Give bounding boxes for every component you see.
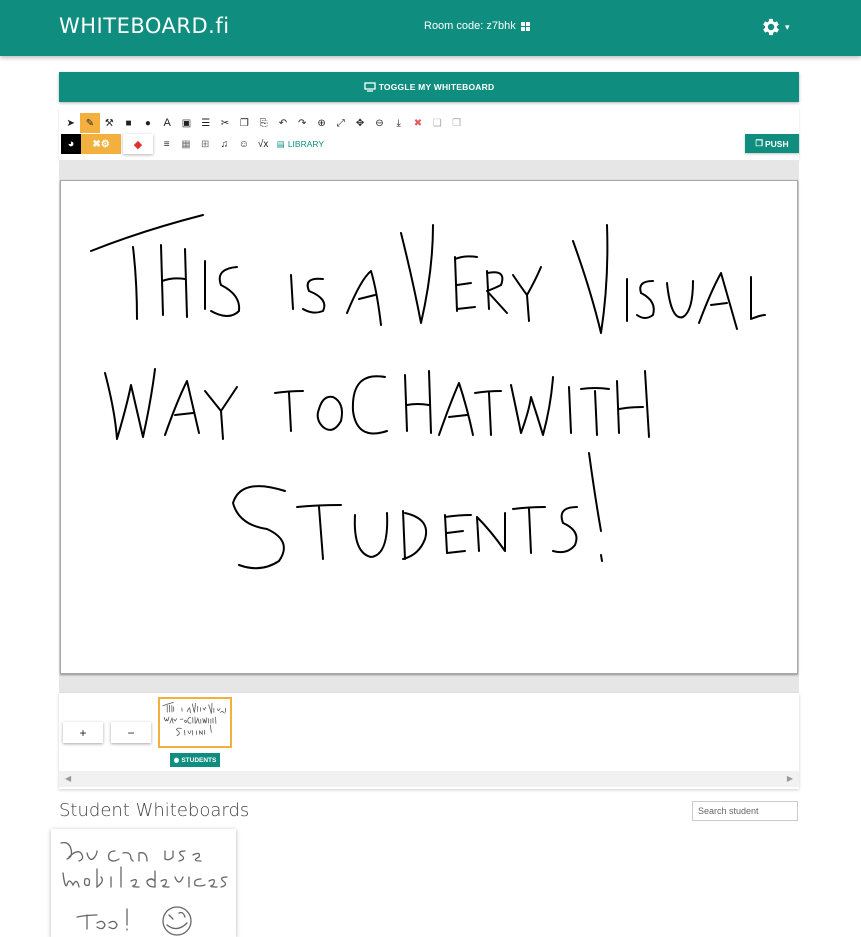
canvas-area [59, 160, 799, 693]
scroll-left-icon[interactable]: ◀ [65, 774, 71, 783]
text-icon[interactable]: A [157, 113, 176, 133]
settings-menu[interactable]: ▾ [760, 15, 790, 39]
fit-icon[interactable]: ⤢ [331, 113, 350, 133]
zoom-in-icon[interactable]: ⊕ [312, 113, 331, 133]
grid-icon[interactable]: ▦ [176, 134, 195, 154]
emoji-icon[interactable]: ☺ [234, 134, 253, 154]
file-icon[interactable]: ☰ [196, 113, 215, 133]
whiteboard-canvas[interactable] [60, 180, 798, 674]
student-whiteboard-card[interactable] [51, 829, 236, 937]
delete-icon[interactable]: ✖ [408, 113, 427, 133]
whiteboard-icon [364, 82, 376, 92]
download-icon[interactable]: ⤓ [389, 113, 408, 133]
toggle-my-whiteboard-button[interactable]: TOGGLE MY WHITEBOARD [59, 72, 799, 102]
bring-front-icon[interactable]: ❒ [447, 113, 466, 133]
music-icon[interactable]: ♫ [215, 134, 234, 154]
brand-logo[interactable]: WHITEBOARD.fi [59, 14, 230, 38]
add-page-button[interactable]: + [63, 722, 103, 743]
student-whiteboards-title: Student Whiteboards [59, 800, 250, 821]
scroll-right-icon[interactable]: ▶ [787, 774, 793, 783]
students-label: STUDENTS [181, 756, 217, 764]
math-icon[interactable]: √x [253, 134, 272, 154]
page-thumbnails-panel: + − ◉ STUDENTS ◀ ▶ [59, 693, 799, 789]
cut-icon[interactable]: ✂ [215, 113, 234, 133]
layers-icon[interactable]: ≡ [157, 134, 176, 154]
remove-page-button[interactable]: − [111, 722, 151, 743]
image-icon[interactable]: ▣ [177, 113, 196, 133]
undo-icon[interactable]: ↶ [273, 113, 292, 133]
gear-icon [763, 18, 779, 36]
thumbnail-drawing [162, 701, 227, 737]
rectangle-icon[interactable]: ■ [119, 113, 138, 133]
horizontal-scrollbar[interactable]: ◀ ▶ [59, 771, 799, 787]
pen-icon[interactable]: ✎ [80, 113, 100, 133]
eraser-icon[interactable]: ◆ [123, 134, 153, 154]
drawing-toolbar: ➤ ✎ ⚒ ■ ● A ▣ ☰ ✂ ❐ ⎘ ↶ ↷ ⊕ ⤢ ✥ ⊖ ⤓ ✖ ❑ … [59, 108, 799, 160]
students-button[interactable]: ◉ STUDENTS [170, 753, 220, 767]
room-code-label: Room code: z7bhk [424, 20, 516, 32]
library-label: LIBRARY [287, 139, 325, 149]
move-icon[interactable]: ✥ [350, 113, 369, 133]
shape-settings-icon[interactable]: ✖⚙ [81, 134, 121, 154]
library-icon: ▤ [276, 138, 285, 149]
circle-icon[interactable]: ● [138, 113, 157, 133]
qr-code-icon[interactable] [520, 21, 530, 31]
toolbar-row-1: ➤ ✎ ⚒ ■ ● A ▣ ☰ ✂ ❐ ⎘ ↶ ↷ ⊕ ⤢ ✥ ⊖ ⤓ ✖ ❑ … [61, 113, 466, 133]
redo-icon[interactable]: ↷ [293, 113, 312, 133]
push-icon: ❐ [755, 138, 763, 148]
search-student-input[interactable] [692, 801, 798, 821]
student-handwriting-drawing [60, 841, 228, 936]
zoom-out-icon[interactable]: ⊖ [370, 113, 389, 133]
grid-large-icon[interactable]: ⊞ [196, 134, 215, 154]
color-picker-icon[interactable]: ◕ [61, 134, 81, 154]
toolbar-row-2: ◕ ✖⚙ ◆ ≡ ▦ ⊞ ♫ ☺ √x ▤ LIBRARY [61, 134, 324, 154]
copy-icon[interactable]: ❐ [235, 113, 254, 133]
tools-icon[interactable]: ⚒ [100, 113, 119, 133]
room-code[interactable]: Room code: z7bhk [424, 20, 530, 32]
pointer-icon[interactable]: ➤ [61, 113, 80, 133]
library-button[interactable]: ▤ LIBRARY [277, 139, 324, 150]
paste-icon[interactable]: ⎘ [254, 113, 273, 133]
eye-icon: ◉ [173, 757, 180, 764]
top-navbar: WHITEBOARD.fi Room code: z7bhk ▾ [0, 0, 861, 56]
toggle-label: TOGGLE MY WHITEBOARD [378, 82, 495, 92]
push-label: PUSH [765, 138, 789, 149]
send-back-icon[interactable]: ❑ [428, 113, 447, 133]
chevron-down-icon: ▾ [785, 22, 790, 32]
push-button[interactable]: ❐ PUSH [745, 134, 799, 153]
handwriting-drawing [90, 214, 766, 570]
page-thumbnail[interactable] [158, 697, 232, 748]
